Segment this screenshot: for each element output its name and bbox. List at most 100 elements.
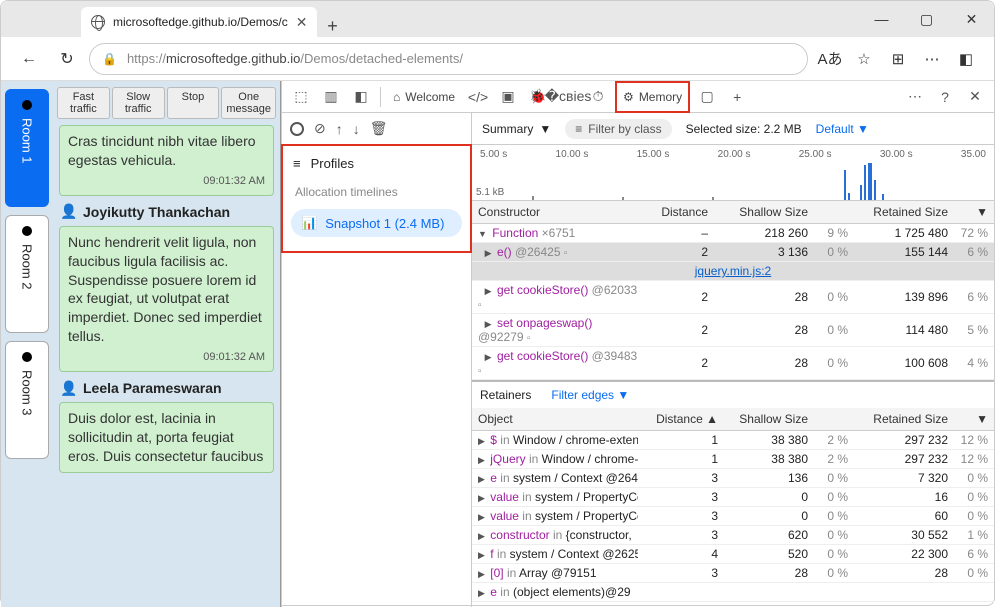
selected-size-label: Selected size: 2.2 MB [686,122,802,136]
home-icon: ⌂ [393,90,400,104]
record-button[interactable] [290,122,304,136]
settings-icon[interactable]: ⋯ [902,84,928,110]
message: 👤Joyikutty Thankachan Nunc hendrerit vel… [59,196,274,372]
room-3[interactable]: Room 3 [5,341,49,459]
tab-memory[interactable]: ⚙Memory [615,81,690,113]
close-window-button[interactable]: ✕ [949,1,994,37]
table-header: Object Distance ▲ Shallow Size Retained … [472,408,994,431]
memory-toolbar: Summary ▼ ≡Filter by class Selected size… [472,113,994,145]
timeline-chart [472,160,994,200]
profiles-toolbar: ⊘ ↑ ↓ 🗑 [282,113,471,145]
one-message-button[interactable]: Onemessage [221,87,276,119]
snapshot-icon: 📊 [301,215,317,231]
minimize-button[interactable]: ― [859,1,904,37]
table-row[interactable]: jQuery in Window / chrome-ext 1 38 380 2… [472,450,994,469]
refresh-button[interactable]: ↻ [51,43,83,75]
help-icon[interactable]: ? [932,84,958,110]
avatar-icon: 👤 [61,204,77,220]
profiles-highlight: ≡ Profiles Allocation timelines 📊 Snapsh… [281,144,472,253]
read-aloud-button[interactable]: Aあ [814,43,846,75]
source-link-row[interactable]: jquery.min.js:2 [472,262,994,281]
memory-icon: ⚙ [623,90,634,104]
globe-icon [91,15,105,29]
filter-edges-dropdown[interactable]: Filter edges ▼ [551,388,629,402]
dock-icon[interactable]: ◧ [348,84,374,110]
fast-traffic-button[interactable]: Fasttraffic [57,87,110,119]
allocation-timeline[interactable]: 5.00 s 10.00 s 15.00 s 20.00 s 25.00 s 3… [472,145,994,201]
filter-icon: ≡ [575,122,582,136]
network-icon[interactable]: �свies [555,84,581,110]
retainers-section: Retainers Filter edges ▼ Object Distance… [472,380,994,602]
lock-icon: 🔒 [102,52,117,66]
avatar-icon: 👤 [61,380,77,396]
table-row[interactable]: constructor in {constructor, 3 620 0 % 3… [472,526,994,545]
window-titlebar: microsoftedge.github.io/Demos/c ✕ + ― ▢ … [1,1,994,37]
constructors-table: Constructor Distance Shallow Size Retain… [472,201,994,380]
traffic-buttons: Fasttraffic Slowtraffic Stop Onemessage [53,81,280,125]
maximize-button[interactable]: ▢ [904,1,949,37]
room-2[interactable]: Room 2 [5,215,49,333]
delete-icon[interactable]: 🗑 [370,120,388,137]
demo-app: Room 1 Room 2 Room 3 Fasttraffic Slowtra… [1,81,281,607]
chevron-down-icon: ▼ [539,122,551,136]
summary-dropdown[interactable]: Summary ▼ [482,122,551,136]
table-row[interactable]: get cookieStore() @62033 ▫ 2 28 0 % 139 … [472,281,994,314]
tab-welcome[interactable]: ⌂Welcome [387,81,461,113]
table-row[interactable]: set onpageswap() @92279 ▫ 2 28 0 % 114 4… [472,314,994,347]
sliders-icon: ≡ [293,156,301,171]
default-dropdown[interactable]: Default ▼ [816,122,869,136]
profiles-header: ≡ Profiles [283,146,470,181]
table-row[interactable]: e() @26425 ▫ 2 3 136 0 % 155 144 6 % [472,243,994,262]
class-filter-input[interactable]: ≡Filter by class [565,119,671,139]
inspect-icon[interactable]: ⬚ [288,84,314,110]
table-row[interactable]: value in system / PropertyCel 3 0 0 % 60… [472,507,994,526]
allocation-timelines-label: Allocation timelines [283,181,470,203]
table-row[interactable]: Function ×6751 – 218 260 9 % 1 725 480 7… [472,224,994,243]
table-row[interactable]: [0] in Array @79151 3 28 0 % 28 0 % [472,564,994,583]
room-1[interactable]: Room 1 [5,89,49,207]
application-icon[interactable]: ▢ [694,84,720,110]
address-bar: ← ↻ 🔒 https://microsoftedge.github.io/De… [1,37,994,81]
room-list: Room 1 Room 2 Room 3 [1,81,53,607]
table-row[interactable]: e in system / Context @26421 3 136 0 % 7… [472,469,994,488]
new-tab-button[interactable]: + [317,16,347,37]
table-row[interactable]: value in system / PropertyCel 3 0 0 % 16… [472,488,994,507]
back-button[interactable]: ← [13,43,45,75]
extensions-button[interactable]: ⊞ [882,43,914,75]
retainers-table: Object Distance ▲ Shallow Size Retained … [472,408,994,602]
close-devtools-button[interactable]: ✕ [962,84,988,110]
elements-icon[interactable]: </> [465,84,491,110]
profiles-pane: ⊘ ↑ ↓ 🗑 ≡ Profiles Allocation timelines … [282,113,472,607]
sort-icon[interactable]: ▼ [948,205,988,219]
message-list: Cras tincidunt nibh vitae libero egestas… [53,125,280,607]
table-row[interactable]: get cookieStore() @39483 ▫ 2 28 0 % 100 … [472,347,994,380]
sidebar-button[interactable]: ◧ [950,43,982,75]
clear-icon[interactable]: ⊘ [314,120,326,137]
load-up-icon[interactable]: ↑ [336,121,343,137]
stop-button[interactable]: Stop [167,87,220,119]
browser-tab[interactable]: microsoftedge.github.io/Demos/c ✕ [81,7,317,37]
window-controls: ― ▢ ✕ [859,1,994,37]
message: Cras tincidunt nibh vitae libero egestas… [59,125,274,196]
memory-panel: Summary ▼ ≡Filter by class Selected size… [472,113,994,607]
url-input[interactable]: 🔒 https://microsoftedge.github.io/Demos/… [89,43,808,75]
close-icon[interactable]: ✕ [296,14,308,31]
table-row[interactable]: e in (object elements)@29 [472,583,994,602]
device-icon[interactable]: ▥ [318,84,344,110]
slow-traffic-button[interactable]: Slowtraffic [112,87,165,119]
snapshot-item[interactable]: 📊 Snapshot 1 (2.4 MB) [291,209,462,237]
performance-icon[interactable]: ⏱ [585,84,611,110]
more-button[interactable]: ⋯ [916,43,948,75]
table-row[interactable]: $ in Window / chrome-extensic 1 38 380 2… [472,431,994,450]
table-row[interactable]: f in system / Context @26257 4 520 0 % 2… [472,545,994,564]
devtools-tabbar: ⬚ ▥ ◧ ⌂Welcome </> ▣ 🐞 �свies ⏱ ⚙Memory … [282,81,994,113]
url-text: https://microsoftedge.github.io/Demos/de… [127,51,463,66]
table-header: Constructor Distance Shallow Size Retain… [472,201,994,224]
tab-title: microsoftedge.github.io/Demos/c [113,15,288,29]
console-icon[interactable]: ▣ [495,84,521,110]
devtools: ⬚ ▥ ◧ ⌂Welcome </> ▣ 🐞 �свies ⏱ ⚙Memory … [281,81,994,607]
load-down-icon[interactable]: ↓ [353,121,360,137]
more-tabs-button[interactable]: + [724,84,750,110]
retainers-label: Retainers [480,388,531,402]
favorite-button[interactable]: ☆ [848,43,880,75]
